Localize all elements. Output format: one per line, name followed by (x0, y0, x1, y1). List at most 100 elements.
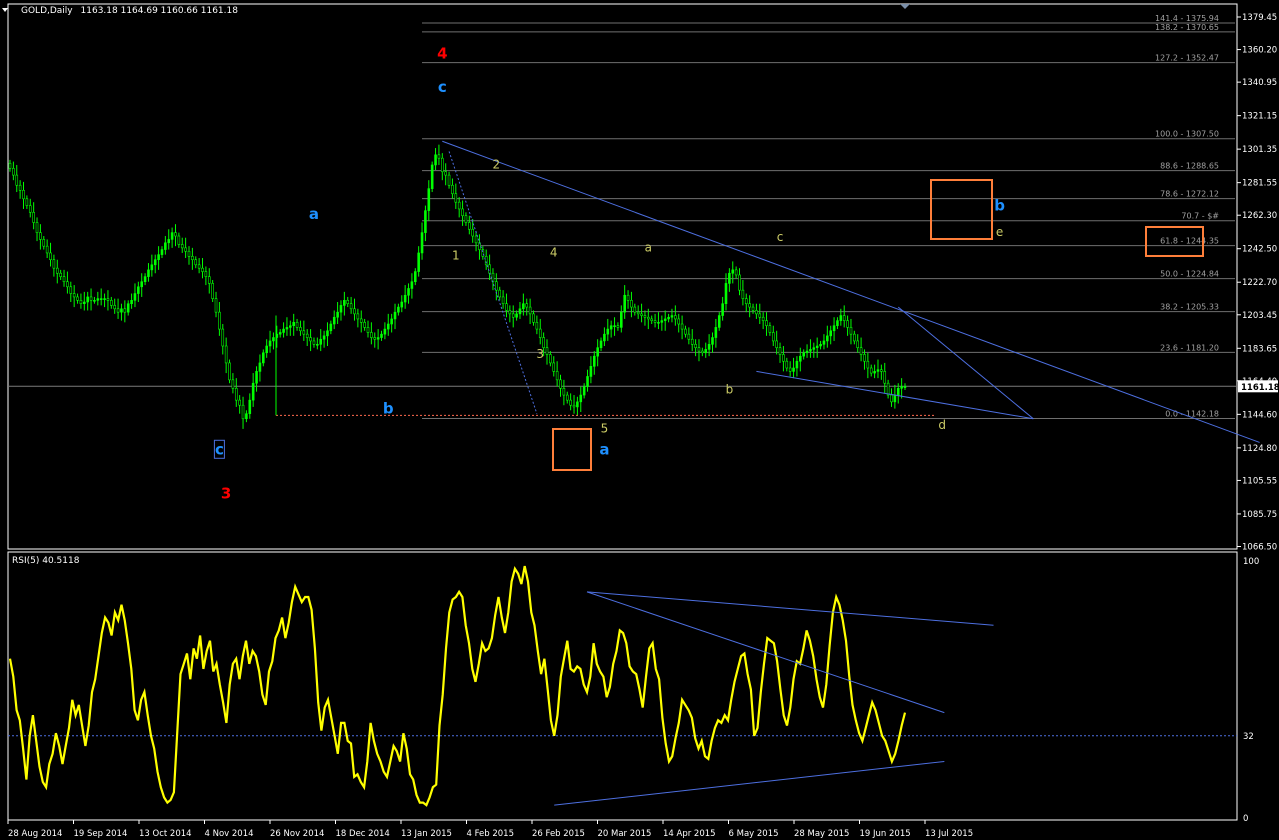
upper-trendline (442, 140, 1260, 443)
candle-body (451, 184, 454, 195)
candle-body (484, 256, 488, 266)
price-tick-label: 1144.60 (1242, 410, 1277, 420)
candle-body (248, 399, 252, 414)
candle-body (515, 313, 518, 318)
candle-body (846, 320, 849, 328)
candle-body (187, 250, 191, 257)
candle-body (731, 269, 735, 274)
candle-body (633, 306, 637, 313)
rsi-pane-frame (7, 551, 1238, 821)
candle-body (856, 340, 860, 348)
candle-body (792, 367, 795, 372)
candle-body (832, 325, 836, 332)
candle-body (413, 271, 417, 283)
wave-label: c (215, 440, 224, 458)
candle-body (528, 306, 532, 315)
candle-body (197, 264, 201, 269)
candle-body (751, 306, 755, 311)
candle-body (589, 366, 593, 377)
candle-body (721, 303, 724, 316)
candle-body (707, 344, 711, 350)
candle-body (592, 355, 596, 367)
candle-body (86, 296, 89, 303)
date-tick-label: 28 Aug 2014 (8, 829, 62, 839)
candle-body (508, 310, 512, 315)
candle-body (390, 318, 393, 325)
rsi-tick-label: 0 (1243, 814, 1248, 824)
candle-body (863, 354, 866, 362)
candle-body (343, 300, 346, 306)
chart-canvas[interactable]: 141.4 - 1375.94138.2 - 1370.65 127.2 - 13… (0, 0, 1279, 840)
price-tick-label: 1340.95 (1242, 78, 1277, 88)
candle-body (265, 345, 268, 354)
candle-body (103, 298, 106, 300)
rsi-lower-trendline (554, 760, 945, 806)
candle-body (836, 320, 839, 326)
fib-level-label: 100.0 - 1307.50 (1155, 130, 1219, 139)
candle-body (204, 271, 208, 277)
candle-body (684, 328, 687, 335)
candle-body (711, 337, 714, 345)
candle-body (116, 308, 120, 313)
price-tick-label: 1066.50 (1242, 543, 1277, 553)
wave-label: a (645, 240, 652, 254)
candle-body (174, 232, 177, 237)
candle-body (869, 367, 873, 374)
candle-body (424, 210, 427, 233)
candle-body (93, 300, 96, 302)
candle-body (32, 212, 35, 223)
candle-body (393, 311, 397, 320)
candle-body (292, 322, 295, 326)
wave-label: 2 (493, 157, 501, 171)
candle-body (579, 394, 583, 403)
candle-body (319, 338, 323, 345)
candle-body (268, 340, 272, 347)
candle-body (569, 399, 572, 406)
candle-body (701, 350, 704, 354)
fib-level-label: 127.2 - 1352.47 (1155, 54, 1219, 63)
candle-body (120, 308, 123, 313)
candle-body (89, 296, 93, 301)
candle-body (640, 313, 643, 316)
candle-body (316, 344, 319, 346)
candle-body (890, 394, 893, 403)
candle-body (245, 413, 248, 420)
rsi-tick-label: 100 (1243, 557, 1259, 567)
candle-body (562, 388, 566, 396)
candle-body (505, 303, 508, 311)
candle-body (613, 325, 616, 327)
date-tick-label: 6 May 2015 (729, 829, 779, 839)
candle-body (28, 205, 32, 213)
candle-body (211, 283, 214, 299)
rsi-header: RSI(5) 40.5118 (12, 556, 79, 566)
candle-body (535, 322, 539, 330)
fib-level-label: 70.7 - $# (1181, 212, 1219, 221)
candle-body (137, 286, 140, 294)
candle-body (714, 327, 718, 338)
candle-body (407, 288, 410, 296)
candle-body (660, 320, 664, 323)
candle-body (326, 330, 329, 337)
candle-body (782, 354, 785, 362)
price-tick-label: 1105.55 (1242, 476, 1277, 486)
date-tick-label: 14 Apr 2015 (663, 829, 716, 839)
date-tick-label: 19 Jun 2015 (860, 829, 911, 839)
candle-body (167, 239, 171, 244)
candle-body (819, 344, 822, 347)
candle-body (734, 269, 738, 276)
candle-body (582, 386, 586, 396)
candle-body (62, 276, 66, 283)
candle-body (427, 188, 431, 211)
candle-body (214, 298, 218, 313)
candle-body (339, 305, 343, 313)
candle-body (160, 249, 164, 255)
candle-body (241, 404, 245, 420)
candle-body (849, 327, 853, 335)
candle-body (576, 401, 579, 408)
wave-label: 3 (221, 484, 231, 502)
candle-body (687, 333, 691, 340)
candle-body (278, 332, 282, 335)
candle-body (201, 267, 204, 272)
candle-body (555, 371, 559, 381)
candle-body (758, 313, 762, 318)
